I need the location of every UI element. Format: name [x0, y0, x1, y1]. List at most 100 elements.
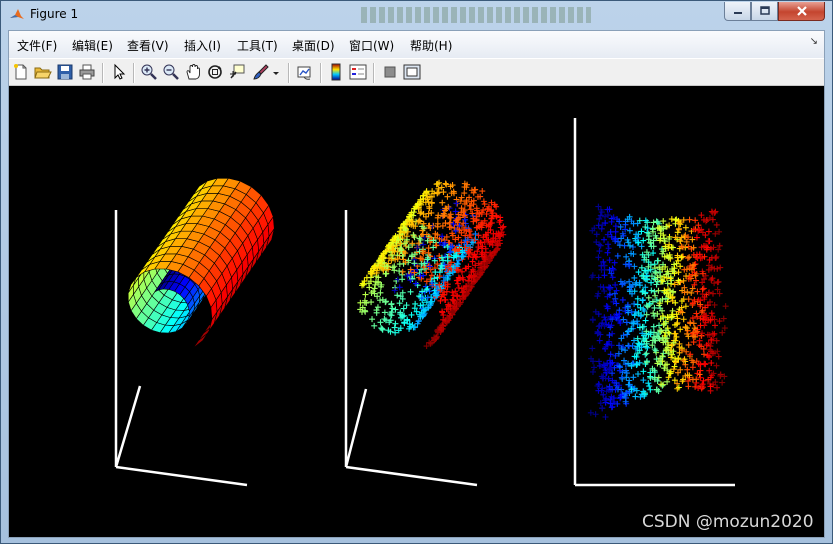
- scatter-point: [591, 364, 598, 371]
- scatter-point: [679, 253, 686, 260]
- data-cursor-icon[interactable]: [228, 63, 246, 81]
- scatter-point: [697, 322, 704, 329]
- scatter-point: [467, 206, 474, 213]
- surface-plot[interactable]: [127, 177, 275, 349]
- scatter-point: [692, 217, 699, 224]
- scatter-point: [714, 384, 721, 391]
- brush-dropdown-icon[interactable]: [271, 63, 281, 81]
- scatter-point: [441, 296, 448, 303]
- insert-colorbar-icon[interactable]: [327, 63, 345, 81]
- menu-window[interactable]: 窗口(W): [349, 37, 394, 54]
- zoom-in-icon[interactable]: [140, 63, 158, 81]
- scatter-point: [715, 353, 722, 360]
- scatter-point: [374, 304, 381, 311]
- close-button[interactable]: [778, 2, 825, 21]
- pan-hand-icon[interactable]: [184, 63, 202, 81]
- scatter-point: [637, 304, 644, 311]
- scatter-point: [714, 265, 721, 272]
- scatter-point: [601, 314, 608, 321]
- menu-file[interactable]: 文件(F): [17, 37, 57, 54]
- scatter-point: [664, 378, 671, 385]
- menu-edit[interactable]: 编辑(E): [72, 37, 113, 54]
- scatter-point: [722, 303, 729, 310]
- scatter-point: [596, 248, 603, 255]
- hide-plot-tools-icon[interactable]: [381, 63, 399, 81]
- scatter-point: [389, 305, 396, 312]
- toolbar-separator: [288, 63, 290, 83]
- scatter-point: [650, 323, 657, 330]
- scatter-point: [467, 232, 474, 239]
- figure-toolbar: [9, 58, 824, 86]
- save-figure-icon[interactable]: [56, 63, 74, 81]
- menu-dock-arrow-icon[interactable]: ↘: [810, 36, 818, 47]
- scatter-point: [645, 380, 652, 387]
- scatter-point: [675, 225, 682, 232]
- scatter-point: [449, 289, 456, 296]
- rotate-3d-icon[interactable]: [206, 63, 224, 81]
- menu-view[interactable]: 查看(V): [127, 37, 169, 54]
- scatter-point: [396, 268, 403, 275]
- scatter-point: [605, 241, 612, 248]
- scatter-point: [382, 298, 389, 305]
- scatter-point: [381, 309, 388, 316]
- scatter-point: [609, 330, 616, 337]
- scatter-point: [423, 269, 430, 276]
- zoom-out-icon[interactable]: [162, 63, 180, 81]
- scatter-point: [377, 289, 384, 296]
- scatter-plot-2d[interactable]: [587, 203, 729, 420]
- scatter-point: [403, 302, 410, 309]
- scatter-point: [685, 378, 692, 385]
- scatter-point: [614, 252, 621, 259]
- scatter-point: [653, 270, 660, 277]
- scatter-point: [589, 345, 596, 352]
- scatter-point: [612, 281, 619, 288]
- scatter-point: [705, 228, 712, 235]
- toolbar-separator: [320, 63, 322, 83]
- minimize-button[interactable]: [724, 2, 751, 21]
- title-bar[interactable]: Figure 1: [1, 1, 832, 30]
- print-figure-icon[interactable]: [78, 63, 96, 81]
- new-figure-icon[interactable]: [12, 63, 30, 81]
- scatter-point: [692, 383, 699, 390]
- insert-legend-icon[interactable]: [349, 63, 367, 81]
- menu-help[interactable]: 帮助(H): [410, 37, 452, 54]
- scatter-point: [419, 288, 426, 295]
- scatter-point: [701, 360, 708, 367]
- scatter-point: [362, 291, 369, 298]
- scatter-point: [688, 289, 695, 296]
- menu-desktop[interactable]: 桌面(D): [292, 37, 335, 54]
- scatter-point: [712, 322, 719, 329]
- scatter-point: [682, 224, 689, 231]
- scatter-point: [596, 358, 603, 365]
- scatter-point: [686, 216, 693, 223]
- show-plot-tools-icon[interactable]: [403, 63, 421, 81]
- open-file-icon[interactable]: [34, 63, 52, 81]
- scatter-point: [407, 288, 414, 295]
- maximize-icon: [759, 6, 770, 15]
- scatter-point: [675, 269, 682, 276]
- scatter-point: [396, 300, 403, 307]
- scatter-point: [601, 288, 608, 295]
- maximize-button[interactable]: [751, 2, 778, 21]
- scatter-point: [650, 219, 657, 226]
- scatter-point: [606, 332, 613, 339]
- menu-insert[interactable]: 插入(I): [184, 37, 221, 54]
- scatter-point: [613, 300, 620, 307]
- scatter-point: [604, 249, 611, 256]
- watermark: CSDN @mozun2020: [642, 512, 814, 532]
- plots-canvas[interactable]: [9, 86, 824, 537]
- scatter-point: [589, 368, 596, 375]
- scatter-point: [626, 227, 633, 234]
- scatter-point: [371, 322, 378, 329]
- scatter-point: [409, 240, 416, 247]
- scatter-point: [626, 343, 633, 350]
- plot-area[interactable]: CSDN @mozun2020: [9, 86, 824, 537]
- brush-icon[interactable]: [252, 63, 270, 81]
- link-plot-icon[interactable]: [296, 63, 314, 81]
- menu-tools[interactable]: 工具(T): [237, 37, 278, 54]
- scatter-plot-3d[interactable]: [357, 179, 507, 350]
- scatter-point: [602, 316, 609, 323]
- scatter-point: [479, 188, 486, 195]
- edit-plot-arrow-icon[interactable]: [110, 63, 128, 81]
- close-icon: [796, 6, 807, 16]
